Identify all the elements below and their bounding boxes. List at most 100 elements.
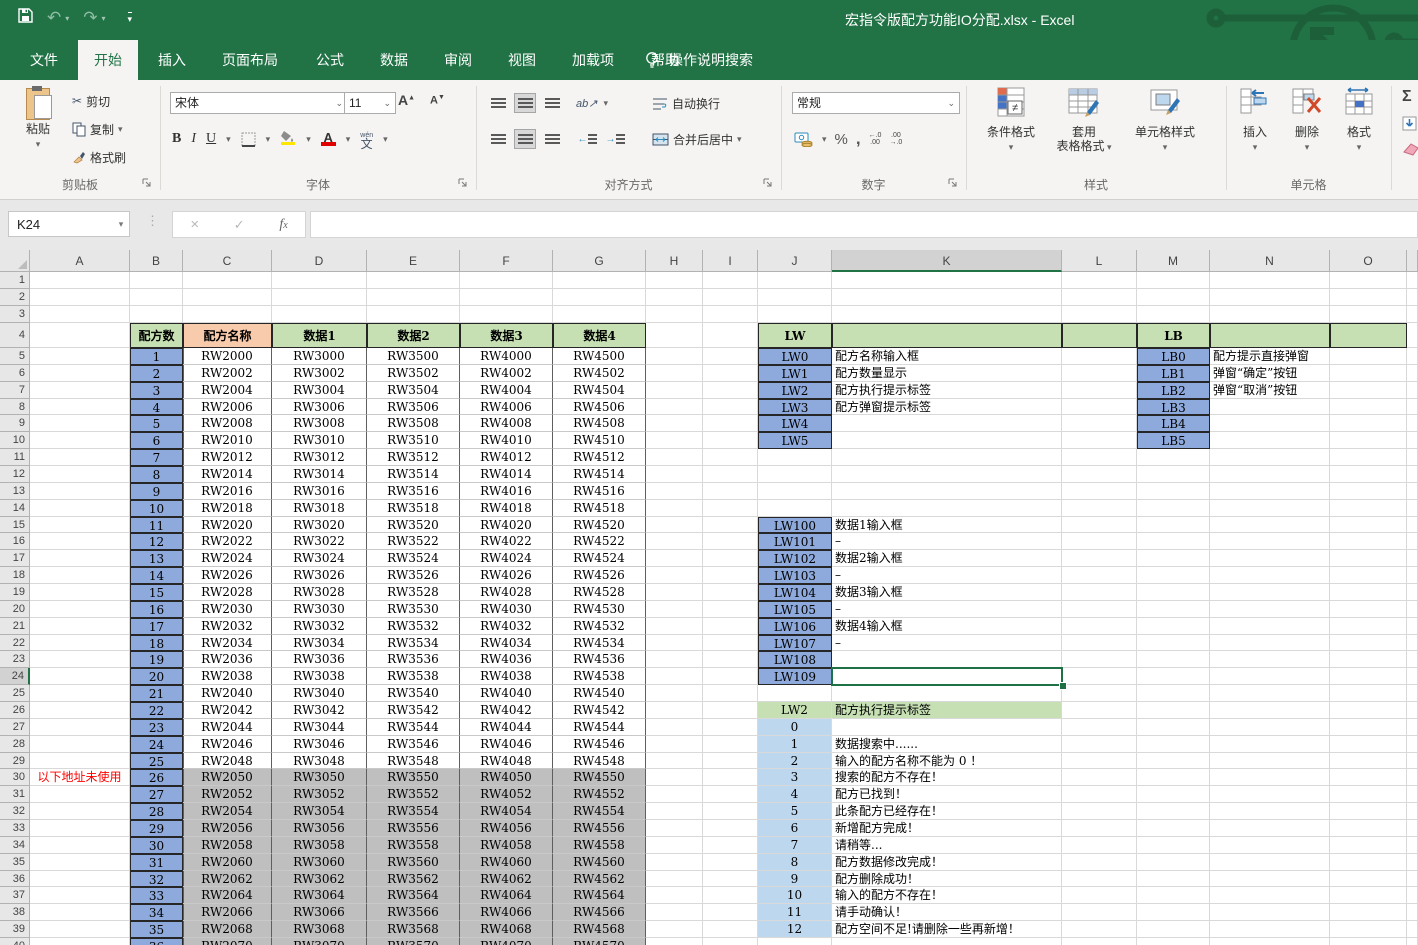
cell-O23[interactable]: [1330, 651, 1407, 668]
cell-O31[interactable]: [1330, 786, 1407, 803]
cell-O1[interactable]: [1330, 272, 1407, 289]
cell-D5[interactable]: RW3000: [272, 348, 367, 365]
cell-J29[interactable]: 2: [758, 753, 832, 770]
cell-O10[interactable]: [1330, 432, 1407, 449]
cell-D31[interactable]: RW3052: [272, 786, 367, 803]
cell-K3[interactable]: [832, 306, 1062, 323]
cell-G1[interactable]: [553, 272, 646, 289]
cell-O6[interactable]: [1330, 365, 1407, 382]
cell-P19[interactable]: [1407, 584, 1418, 601]
accounting-caret-icon[interactable]: ▾: [822, 134, 827, 145]
cell-K4[interactable]: [832, 323, 1062, 348]
row-header-2[interactable]: 2: [0, 289, 30, 306]
cell-J12[interactable]: [758, 466, 832, 483]
increase-decimal-icon[interactable]: ←.0.00: [869, 132, 882, 146]
menu-tab-7[interactable]: 审阅: [428, 40, 488, 80]
cell-C14[interactable]: RW2018: [183, 500, 272, 517]
cell-B12[interactable]: 8: [130, 466, 183, 483]
cell-G38[interactable]: RW4566: [553, 904, 646, 921]
cell-J14[interactable]: [758, 500, 832, 517]
cell-C21[interactable]: RW2032: [183, 618, 272, 635]
align-center-icon[interactable]: [514, 129, 536, 149]
cell-F25[interactable]: RW4040: [460, 685, 553, 702]
menu-tab-1[interactable]: 文件: [14, 40, 74, 80]
cell-J33[interactable]: 6: [758, 820, 832, 837]
cell-H8[interactable]: [646, 399, 703, 416]
decrease-font-icon[interactable]: A▼: [430, 94, 445, 107]
cell-B7[interactable]: 3: [130, 382, 183, 399]
cell-L32[interactable]: [1062, 803, 1137, 820]
cell-I22[interactable]: [703, 635, 758, 652]
cell-O7[interactable]: [1330, 382, 1407, 399]
cell-K37[interactable]: 输入的配方不存在！: [832, 887, 1062, 904]
cell-O32[interactable]: [1330, 803, 1407, 820]
cell-A19[interactable]: [30, 584, 130, 601]
cell-B27[interactable]: 23: [130, 719, 183, 736]
cell-P32[interactable]: [1407, 803, 1418, 820]
cell-H1[interactable]: [646, 272, 703, 289]
cell-O27[interactable]: [1330, 719, 1407, 736]
cell-I23[interactable]: [703, 651, 758, 668]
cell-E21[interactable]: RW3532: [367, 618, 460, 635]
column-header-C[interactable]: C: [183, 250, 272, 272]
cell-F6[interactable]: RW4002: [460, 365, 553, 382]
cell-A38[interactable]: [30, 904, 130, 921]
cell-D33[interactable]: RW3056: [272, 820, 367, 837]
cell-M3[interactable]: [1137, 306, 1210, 323]
orientation-icon[interactable]: ab↗: [576, 97, 597, 110]
row-header-10[interactable]: 10: [0, 432, 30, 449]
cell-N33[interactable]: [1210, 820, 1330, 837]
cell-F27[interactable]: RW4044: [460, 719, 553, 736]
cell-N1[interactable]: [1210, 272, 1330, 289]
row-header-11[interactable]: 11: [0, 449, 30, 466]
cell-I24[interactable]: [703, 668, 758, 685]
cell-F4[interactable]: 数据3: [460, 323, 553, 348]
cell-B2[interactable]: [130, 289, 183, 306]
cell-E35[interactable]: RW3560: [367, 854, 460, 871]
cell-I9[interactable]: [703, 415, 758, 432]
copy-caret-icon[interactable]: ▾: [118, 124, 123, 135]
cell-F38[interactable]: RW4066: [460, 904, 553, 921]
cell-H40[interactable]: [646, 938, 703, 945]
cell-D37[interactable]: RW3064: [272, 887, 367, 904]
cell-G20[interactable]: RW4530: [553, 601, 646, 618]
cell-C24[interactable]: RW2038: [183, 668, 272, 685]
cell-F19[interactable]: RW4028: [460, 584, 553, 601]
increase-indent-icon[interactable]: →: [604, 130, 626, 148]
cell-A5[interactable]: [30, 348, 130, 365]
cell-C32[interactable]: RW2054: [183, 803, 272, 820]
cell-F15[interactable]: RW4020: [460, 517, 553, 534]
cell-G37[interactable]: RW4564: [553, 887, 646, 904]
cell-O13[interactable]: [1330, 483, 1407, 500]
cell-I15[interactable]: [703, 517, 758, 534]
cell-M29[interactable]: [1137, 753, 1210, 770]
insert-cells-button[interactable]: 插入▾: [1232, 86, 1278, 154]
underline-caret-icon[interactable]: ▾: [226, 134, 231, 145]
formula-bar-splitter[interactable]: ⋮: [146, 213, 159, 229]
cell-O19[interactable]: [1330, 584, 1407, 601]
cell-B37[interactable]: 33: [130, 887, 183, 904]
cell-M35[interactable]: [1137, 854, 1210, 871]
cell-J10[interactable]: LW5: [758, 432, 832, 449]
comma-style-icon[interactable]: ,: [856, 129, 861, 149]
row-header-33[interactable]: 33: [0, 820, 30, 837]
cell-H5[interactable]: [646, 348, 703, 365]
cell-G30[interactable]: RW4550: [553, 769, 646, 786]
decrease-decimal-icon[interactable]: .00→.0: [889, 132, 902, 146]
increase-font-icon[interactable]: A▲: [398, 92, 415, 108]
row-header-30[interactable]: 30: [0, 769, 30, 786]
row-header-17[interactable]: 17: [0, 550, 30, 567]
cell-D29[interactable]: RW3048: [272, 753, 367, 770]
cell-B26[interactable]: 22: [130, 702, 183, 719]
cell-L33[interactable]: [1062, 820, 1137, 837]
cell-C4[interactable]: 配方名称: [183, 323, 272, 348]
cell-H38[interactable]: [646, 904, 703, 921]
cell-B28[interactable]: 24: [130, 736, 183, 753]
column-header-D[interactable]: D: [272, 250, 367, 272]
cell-F36[interactable]: RW4062: [460, 871, 553, 888]
cell-E7[interactable]: RW3504: [367, 382, 460, 399]
cell-B14[interactable]: 10: [130, 500, 183, 517]
cell-I34[interactable]: [703, 837, 758, 854]
cell-A40[interactable]: [30, 938, 130, 945]
cell-P21[interactable]: [1407, 618, 1418, 635]
